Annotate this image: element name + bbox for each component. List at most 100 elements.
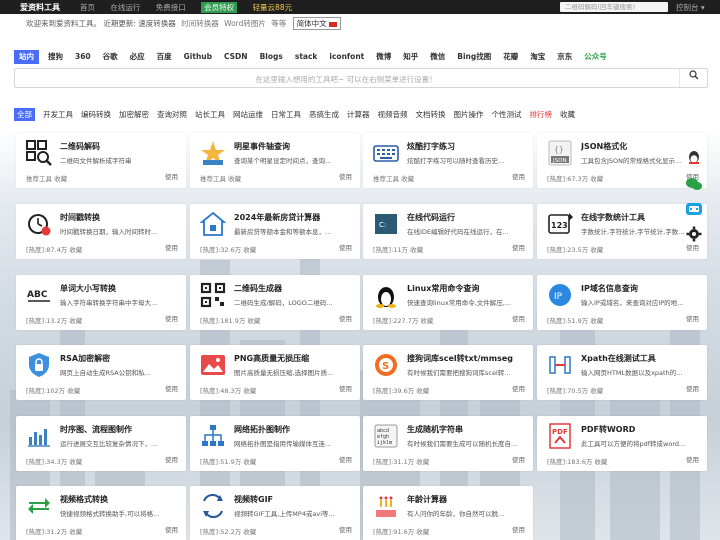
search-tab[interactable]: Bing找图 <box>454 50 494 64</box>
main-search-input[interactable]: 在这里输入想用的工具吧~ 可以在右侧菜单进行设置！ <box>15 74 677 85</box>
search-tab[interactable]: 360 <box>72 50 94 64</box>
site-logo[interactable]: 爱资料工具 <box>20 2 60 13</box>
tool-title[interactable]: 在线代码运行 <box>407 212 529 223</box>
use-button[interactable]: 使用 <box>165 524 178 534</box>
category-tab[interactable]: 计算器 <box>347 108 370 121</box>
tool-card[interactable]: 视频转GIF 视频转GIF工具,上传MP4或avi等... [热度]:52.2万 收… <box>190 486 360 540</box>
use-button[interactable]: 使用 <box>339 171 352 181</box>
use-button[interactable]: 使用 <box>686 383 699 393</box>
use-button[interactable]: 使用 <box>339 313 352 323</box>
search-tab[interactable]: 公众号 <box>581 50 610 64</box>
search-tab[interactable]: 站内 <box>14 50 39 64</box>
wechat-icon[interactable] <box>684 176 704 196</box>
use-button[interactable]: 使用 <box>339 242 352 252</box>
tool-title[interactable]: RSA加密解密 <box>60 353 182 364</box>
tool-title[interactable]: 搜狗词库scel转txt/mmseg <box>407 353 529 364</box>
tool-card[interactable]: 年龄计算器 有人问你的年龄，你自然可以脱... [热度]:91.6万 收藏 使用 <box>363 486 533 540</box>
tool-card[interactable]: 时间戳转换 时间戳转换日期，输入时间转时... [热度]:87.4万 收藏 使用 <box>16 204 186 259</box>
category-tab[interactable]: 查询对照 <box>157 108 187 121</box>
category-tab[interactable]: 收藏 <box>560 108 575 121</box>
search-tab[interactable]: 花瓣 <box>500 50 521 64</box>
use-button[interactable]: 使用 <box>512 171 525 181</box>
tool-title[interactable]: 时间戳转换 <box>60 212 182 223</box>
use-button[interactable]: 使用 <box>512 242 525 252</box>
tool-card[interactable]: ABC 单词大小写转换 输入字符串转换字符串中字母大... [热度]:13.2万 收藏… <box>16 275 186 330</box>
update-link-time[interactable]: 时间转换器 <box>181 19 219 28</box>
search-tab[interactable]: 淘宝 <box>527 50 548 64</box>
category-tab[interactable]: 全部 <box>14 108 35 121</box>
search-tab[interactable]: Github <box>181 50 215 64</box>
tool-card[interactable]: Linux常用命令查询 快速查询linux常用命令,文件解压,... [热度]:22… <box>363 275 533 330</box>
category-tab[interactable]: 站长工具 <box>195 108 225 121</box>
nav-home[interactable]: 首页 <box>80 3 95 12</box>
use-button[interactable]: 使用 <box>686 313 699 323</box>
search-tab[interactable]: 京东 <box>554 50 575 64</box>
tool-title[interactable]: Xpath在线测试工具 <box>581 353 703 364</box>
search-tab[interactable]: 谷歌 <box>100 50 121 64</box>
category-tab[interactable]: 视频音频 <box>378 108 408 121</box>
nav-vip[interactable]: 会员特权 <box>201 2 238 13</box>
category-tab[interactable]: 个性测试 <box>492 108 522 121</box>
search-tab[interactable]: iconfont <box>326 50 367 64</box>
tool-title[interactable]: 年龄计算器 <box>407 494 529 505</box>
nav-cloud[interactable]: 轻量云88元 <box>253 3 293 12</box>
use-button[interactable]: 使用 <box>512 524 525 534</box>
tool-card[interactable]: abcd efgh ijklm 生成随机字符串 有时候我们需要生成可以随机长度自... [… <box>363 416 533 471</box>
tool-title[interactable]: 视频格式转换 <box>60 494 182 505</box>
tool-title[interactable]: 网络拓扑图制作 <box>234 424 356 435</box>
tool-title[interactable]: 视频转GIF <box>234 494 356 505</box>
tool-card[interactable]: IP IP域名信息查询 输入IP或域名，来查询对应IP的地... [热度]:51.9万… <box>537 275 707 330</box>
search-icon[interactable] <box>679 69 707 87</box>
tool-title[interactable]: 2024年最新房贷计算器 <box>234 212 356 223</box>
tool-card[interactable]: PNG高质量无损压缩 图片高质量无损压缩,选择图片质... [热度]:48.3万 收… <box>190 345 360 400</box>
tool-title[interactable]: Linux常用命令查询 <box>407 283 529 294</box>
category-tab[interactable]: 网站运维 <box>233 108 263 121</box>
use-button[interactable]: 使用 <box>339 524 352 534</box>
tool-card[interactable]: 二维码生成器 二维码生成/解码，LOGO二维码... [热度]:181.9万 收藏 使… <box>190 275 360 330</box>
search-tab[interactable]: 搜狗 <box>45 50 66 64</box>
console-menu[interactable]: 控制台 ▾ <box>676 2 705 13</box>
search-tab[interactable]: 微信 <box>427 50 448 64</box>
use-button[interactable]: 使用 <box>165 242 178 252</box>
top-search-input[interactable]: 二维码解码(回车键搜索) <box>560 2 668 12</box>
use-button[interactable]: 使用 <box>512 313 525 323</box>
use-button[interactable]: 使用 <box>512 454 525 464</box>
tool-card[interactable]: S 搜狗词库scel转txt/mmseg 有时候我们需要把搜狗词库scel转... [… <box>363 345 533 400</box>
search-tab[interactable]: 知乎 <box>400 50 421 64</box>
nav-free-api[interactable]: 免费接口 <box>156 3 186 12</box>
search-tab[interactable]: 微博 <box>373 50 394 64</box>
tool-card[interactable]: 炫酷打字练习 炫酷打字练习可以随时查看历史... 推荐工具 收藏 使用 <box>363 133 533 188</box>
tool-card[interactable]: RSA加密解密 网页上自动生成RSA公钥和私... [热度]:102万 收藏 使用 <box>16 345 186 400</box>
category-tab[interactable]: 排行榜 <box>530 108 553 121</box>
tool-title[interactable]: 生成随机字符串 <box>407 424 529 435</box>
tool-card[interactable]: Xpath在线测试工具 输入网页HTML数据以及xpath的... [热度]:70.… <box>537 345 707 400</box>
tool-card[interactable]: 明星事件轴查询 查询某个明星设定时间点，查询... 推荐工具 收藏 使用 <box>190 133 360 188</box>
use-button[interactable]: 使用 <box>339 454 352 464</box>
search-tab[interactable]: 必应 <box>127 50 148 64</box>
tool-card[interactable]: {} JSON JSON格式化 工具包含JSON的常规格式化显示... [热度]:67.… <box>537 133 707 188</box>
tool-card[interactable]: 2024年最新房贷计算器 最新房贷等额本金和等额本息，... [热度]:32.6万 … <box>190 204 360 259</box>
use-button[interactable]: 使用 <box>165 313 178 323</box>
tool-title[interactable]: PDF转WORD <box>581 424 703 435</box>
tool-card[interactable]: 123 在线字数统计工具 字数统计,字符统计,字节统计,字数... [热度]:23.5… <box>537 204 707 259</box>
category-tab[interactable]: 恶搞生成 <box>309 108 339 121</box>
category-tab[interactable]: 文档转换 <box>416 108 446 121</box>
update-link-word[interactable]: Word转图片 <box>224 19 266 28</box>
use-button[interactable]: 使用 <box>339 383 352 393</box>
tool-card[interactable]: 时序图、流程图制作 运行进展交互比较复杂情况下，... [热度]:34.3万 收藏 使… <box>16 416 186 471</box>
tool-title[interactable]: 炫酷打字练习 <box>407 141 529 152</box>
category-tab[interactable]: 加密解密 <box>119 108 149 121</box>
settings-icon[interactable] <box>684 226 704 246</box>
nav-online-run[interactable]: 在线运行 <box>110 3 140 12</box>
tool-title[interactable]: 二维码解码 <box>60 141 182 152</box>
tool-card[interactable]: 视频格式转换 快捷视频格式转换助手,可以将格... [热度]:31.2万 收藏 使用 <box>16 486 186 540</box>
language-select[interactable]: 简体中文 <box>292 17 341 30</box>
use-button[interactable]: 使用 <box>165 171 178 181</box>
tool-title[interactable]: IP域名信息查询 <box>581 283 703 294</box>
tool-title[interactable]: 明星事件轴查询 <box>234 141 356 152</box>
tool-title[interactable]: 单词大小写转换 <box>60 283 182 294</box>
tool-card[interactable]: 二维码解码 二维码文件解析成字符串 推荐工具 收藏 使用 <box>16 133 186 188</box>
use-button[interactable]: 使用 <box>512 383 525 393</box>
qq-icon[interactable] <box>684 150 704 170</box>
category-tab[interactable]: 日常工具 <box>271 108 301 121</box>
